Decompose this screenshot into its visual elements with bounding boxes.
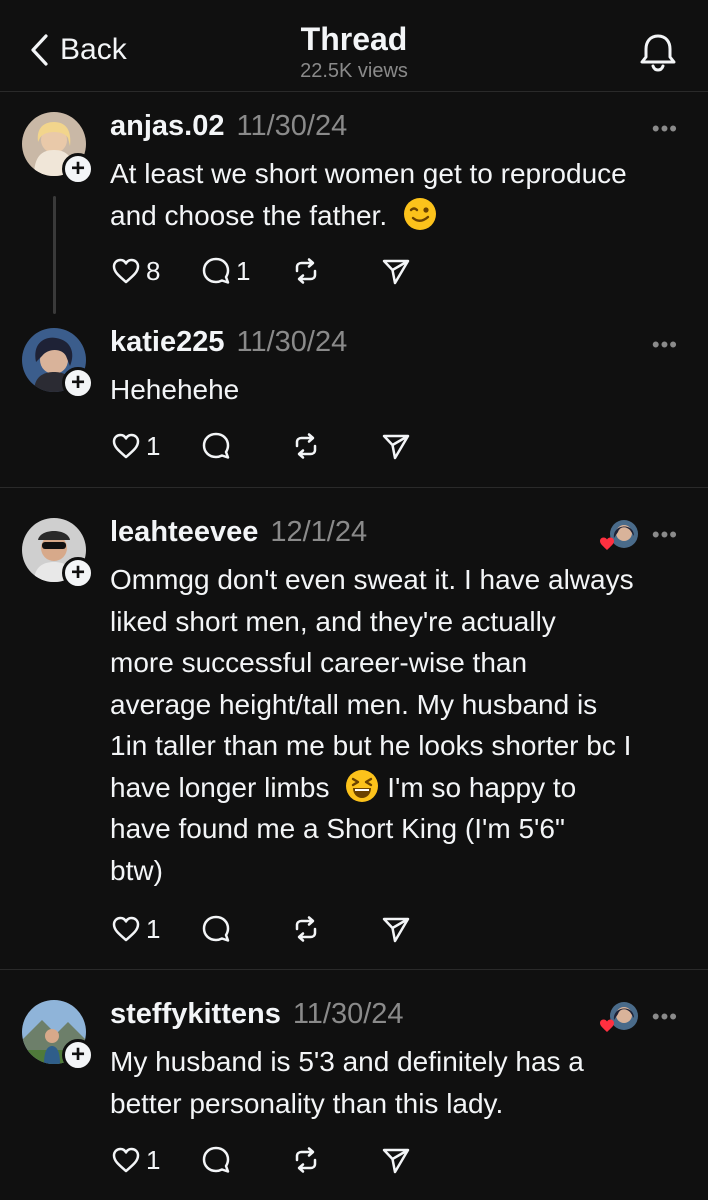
- heart-icon: [112, 258, 140, 284]
- post-text-line: Ommgg don't even sweat it. I have always: [110, 564, 634, 595]
- repost-button[interactable]: [290, 913, 380, 945]
- post-text-line: have longer limbs: [110, 771, 330, 803]
- like-count: 1: [146, 430, 161, 461]
- follow-plus-button[interactable]: +: [62, 153, 94, 185]
- repost-button[interactable]: [290, 1144, 380, 1176]
- share-icon: [382, 917, 410, 943]
- post-date: 11/30/24: [236, 110, 348, 142]
- reply-button[interactable]: [200, 430, 290, 462]
- comment-icon: [202, 1146, 230, 1173]
- comment-icon: [202, 257, 230, 284]
- share-icon: [382, 259, 410, 285]
- like-count: 8: [146, 255, 161, 286]
- like-button[interactable]: 1: [110, 1144, 200, 1176]
- post-text: My husband is 5'3 and definitely has a b…: [110, 1041, 700, 1124]
- post-text-line: better personality than this lady.: [110, 1087, 504, 1119]
- share-button[interactable]: [380, 913, 470, 945]
- like-button[interactable]: 1: [110, 430, 200, 462]
- repost-icon: [295, 258, 317, 284]
- share-icon: [382, 1148, 410, 1174]
- post-date: 11/30/24: [236, 326, 348, 358]
- post-text-line: At least we short women get to reproduce: [110, 158, 627, 189]
- thread-header: Back Thread 22.5K views: [0, 0, 708, 92]
- share-button[interactable]: [380, 255, 470, 287]
- post-text: Ommgg don't even sweat it. I have always…: [110, 559, 700, 891]
- post-text-line: liked short men, and they're actually: [110, 605, 556, 637]
- view-count: 22.5K views: [300, 60, 408, 82]
- heart-icon: [112, 1147, 140, 1173]
- post-text: At least we short women get to reproduce…: [110, 153, 700, 236]
- more-icon[interactable]: •••: [652, 116, 678, 142]
- post-text-line: Hehehehe: [110, 374, 240, 405]
- reply-button[interactable]: [200, 913, 290, 945]
- username[interactable]: anjas.02: [110, 110, 224, 143]
- share-icon: [382, 434, 410, 460]
- page-title: Thread: [300, 21, 408, 57]
- post-text-line: 1in taller than me but he looks shorter …: [110, 730, 632, 761]
- username[interactable]: steffykittens: [110, 998, 281, 1031]
- post-date: 12/1/24: [270, 516, 368, 548]
- like-button[interactable]: 8: [110, 255, 200, 287]
- follow-plus-button[interactable]: +: [62, 557, 94, 589]
- post-text-line: more successful career-wise than: [110, 647, 528, 678]
- repost-button[interactable]: [290, 430, 380, 462]
- more-icon[interactable]: •••: [652, 522, 678, 548]
- share-button[interactable]: [380, 1144, 470, 1176]
- repost-icon: [295, 433, 317, 459]
- repost-icon: [295, 1147, 317, 1173]
- comment-icon: [202, 432, 230, 459]
- more-icon[interactable]: •••: [652, 332, 678, 358]
- post-divider: [0, 969, 708, 970]
- post-text-line: and choose the father.: [110, 199, 388, 231]
- reply-button[interactable]: 1: [200, 255, 290, 287]
- username[interactable]: leahteevee: [110, 516, 258, 549]
- post-text-line: average height/tall men. My husband is: [110, 688, 598, 720]
- grinning-squinting-face-icon: [346, 769, 379, 802]
- like-count: 1: [146, 913, 161, 944]
- more-icon[interactable]: •••: [652, 1004, 678, 1030]
- heart-icon: [112, 916, 140, 942]
- like-count: 1: [146, 1144, 161, 1175]
- follow-plus-button[interactable]: +: [62, 367, 94, 399]
- liked-by-author-icon: [600, 520, 638, 550]
- like-button[interactable]: 1: [110, 913, 200, 945]
- post-text-line: have found me a Short King (I'm 5'6": [110, 813, 565, 844]
- thread-connector-line: [53, 196, 56, 314]
- post-text-line: btw): [110, 854, 163, 886]
- post-date: 11/30/24: [292, 998, 404, 1030]
- repost-button[interactable]: [290, 255, 380, 287]
- share-button[interactable]: [380, 430, 470, 462]
- liked-by-author-icon: [600, 1002, 638, 1032]
- username[interactable]: katie225: [110, 326, 225, 359]
- post-text-line: My husband is 5'3 and definitely has a: [110, 1046, 584, 1077]
- repost-icon: [295, 916, 317, 942]
- comment-icon: [202, 915, 230, 942]
- bell-icon[interactable]: [636, 30, 680, 74]
- post-text: Hehehehe: [110, 369, 700, 411]
- reply-count: 1: [236, 255, 251, 286]
- heart-icon: [112, 433, 140, 459]
- post-text-line: I'm so happy to: [387, 771, 577, 803]
- follow-plus-button[interactable]: +: [62, 1039, 94, 1071]
- winking-face-icon: [403, 197, 436, 230]
- reply-button[interactable]: [200, 1144, 290, 1176]
- post-divider: [0, 487, 708, 488]
